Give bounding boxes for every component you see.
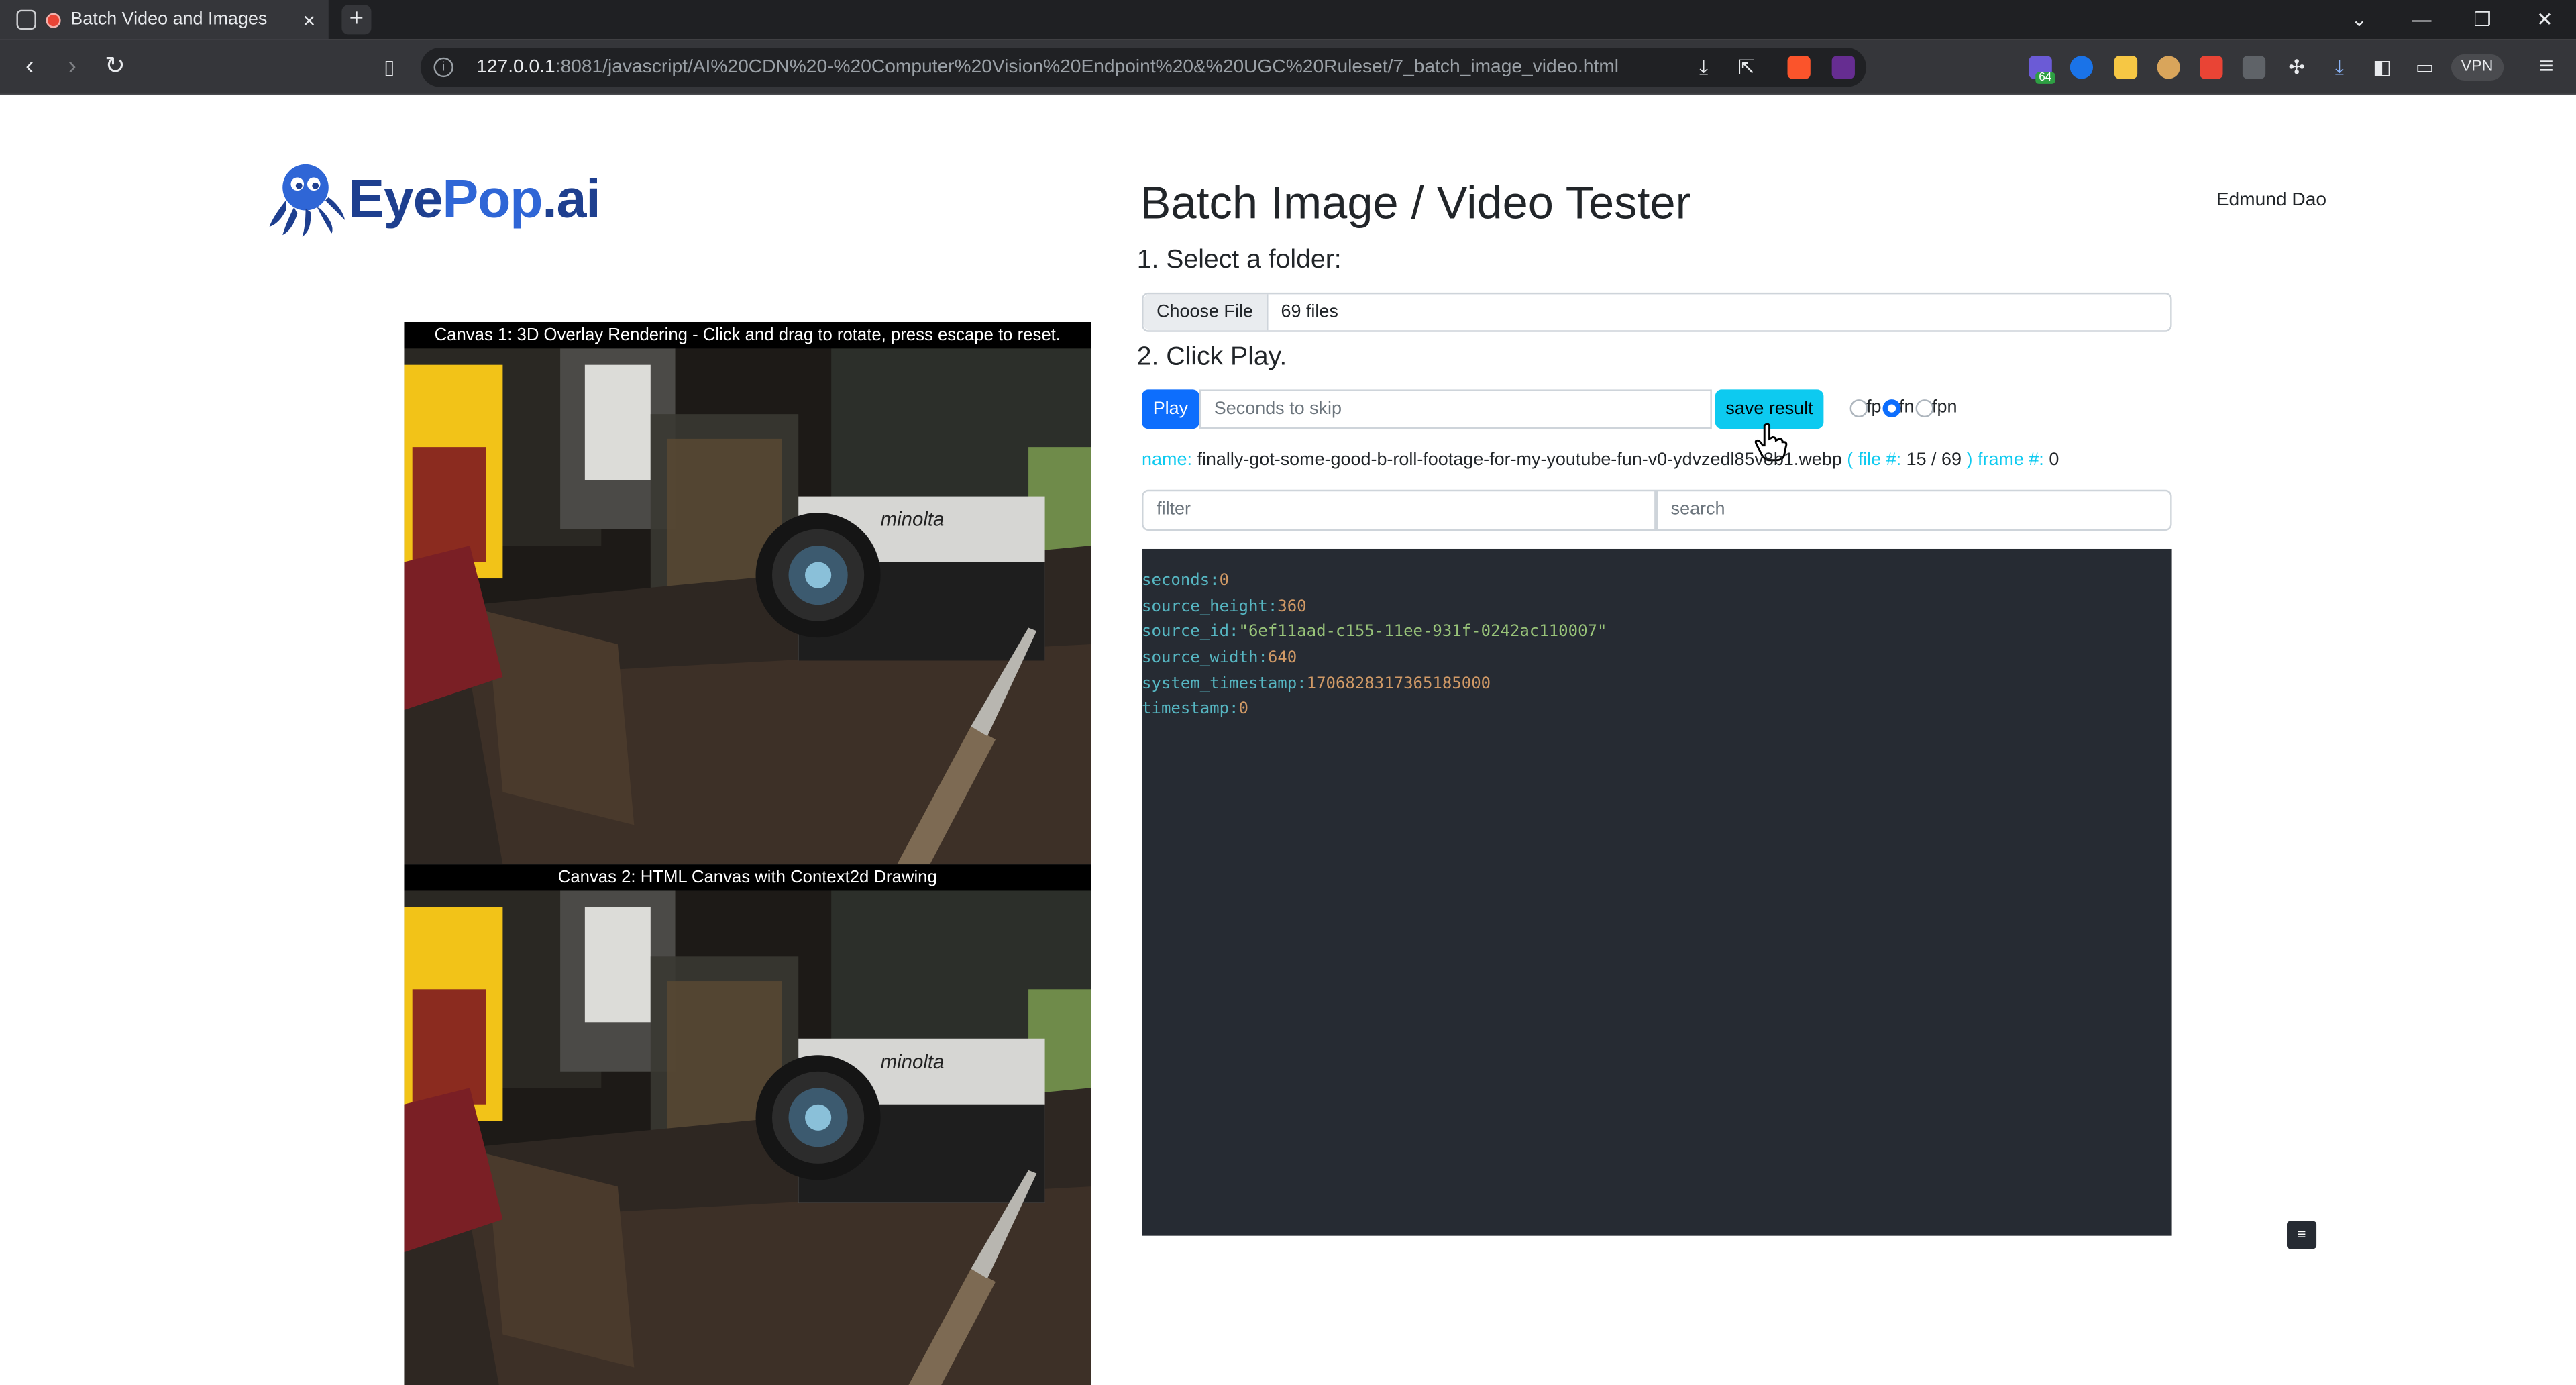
json-result-viewer[interactable]: seconds:0 source_height:360 source_id:"6… bbox=[1142, 548, 2172, 1236]
extension-sync-icon[interactable] bbox=[2070, 56, 2094, 79]
json-value: 640 bbox=[1267, 649, 1297, 668]
page-content: EyePop.ai Edmund Dao Batch Image / Video… bbox=[0, 95, 2576, 1385]
json-row: system_timestamp:1706828317365185000 bbox=[1142, 672, 2172, 697]
json-value: 0 bbox=[1219, 572, 1230, 591]
json-key: source_id: bbox=[1142, 623, 1239, 642]
camera-still-life-image: minolta bbox=[404, 348, 1091, 865]
extension-grey-icon[interactable] bbox=[2242, 56, 2266, 79]
extension-red-icon[interactable] bbox=[2200, 56, 2223, 79]
json-row: timestamp:0 bbox=[1142, 697, 2172, 723]
json-row: source_width:640 bbox=[1142, 646, 2172, 672]
json-key: source_height: bbox=[1142, 597, 1278, 616]
eyepop-logo: EyePop.ai bbox=[263, 161, 601, 237]
camera-brand-text: minolta bbox=[881, 1051, 945, 1073]
canvas-1-caption: Canvas 1: 3D Overlay Rendering - Click a… bbox=[404, 322, 1091, 349]
canvas-3d-overlay[interactable]: Canvas 1: 3D Overlay Rendering - Click a… bbox=[404, 322, 1091, 865]
tab-close-icon[interactable]: × bbox=[303, 7, 316, 32]
radio-fn[interactable] bbox=[1882, 399, 1901, 418]
json-key: timestamp: bbox=[1142, 701, 1239, 719]
logo-ai: .ai bbox=[542, 167, 600, 229]
brave-rewards-icon[interactable] bbox=[1831, 56, 1855, 79]
selected-files-count: 69 files bbox=[1281, 302, 1338, 323]
radio-fn-label: fn bbox=[1899, 397, 1915, 418]
logo-eye: Eye bbox=[348, 167, 443, 229]
search-input[interactable]: search bbox=[1656, 489, 2172, 531]
bookmark-icon[interactable]: ▯ bbox=[374, 52, 404, 82]
wallet-icon[interactable]: ▭ bbox=[2410, 52, 2440, 82]
step-1-heading: 1. Select a folder: bbox=[1136, 246, 1342, 274]
play-button[interactable]: Play bbox=[1142, 389, 1199, 429]
restore-icon[interactable]: ❐ bbox=[2458, 0, 2507, 40]
json-value: 1706828317365185000 bbox=[1306, 674, 1491, 693]
tab-favicon-icon bbox=[16, 9, 36, 30]
url-path: :8081/javascript/AI%20CDN%20-%20Computer… bbox=[555, 57, 1619, 78]
step-2-heading: 2. Click Play. bbox=[1136, 343, 1287, 372]
radio-fpn[interactable] bbox=[1915, 399, 1934, 418]
radio-fp[interactable] bbox=[1849, 399, 1868, 418]
vpn-button[interactable]: VPN bbox=[2451, 54, 2504, 81]
sidebar-icon[interactable]: ◧ bbox=[2367, 52, 2397, 82]
folder-file-input[interactable]: Choose File 69 files bbox=[1142, 292, 2172, 332]
frame-number-key: frame #: bbox=[1977, 450, 2044, 470]
extension-badge: 64 bbox=[2035, 72, 2055, 84]
seconds-to-skip-input[interactable]: Seconds to skip bbox=[1199, 389, 1712, 429]
canvas-2-caption: Canvas 2: HTML Canvas with Context2d Dra… bbox=[404, 864, 1091, 891]
camera-brand-text: minolta bbox=[881, 509, 945, 531]
tab-search-icon[interactable]: ⌄ bbox=[2334, 0, 2383, 40]
file-number-key: ( file #: bbox=[1847, 450, 1902, 470]
json-menu-button[interactable]: ≡ bbox=[2287, 1221, 2317, 1249]
json-key: system_timestamp: bbox=[1142, 674, 1307, 693]
close-window-icon[interactable]: ✕ bbox=[2520, 0, 2569, 40]
downloads-icon[interactable]: ⤓ bbox=[2324, 52, 2354, 82]
share-icon[interactable]: ⇱ bbox=[1731, 52, 1761, 82]
new-tab-button[interactable]: + bbox=[341, 5, 372, 35]
download-icon[interactable]: ⤓ bbox=[1689, 52, 1719, 82]
info-icon[interactable]: i bbox=[433, 57, 453, 78]
tab-title: Batch Video and Images bbox=[70, 9, 268, 30]
file-number-close: ) bbox=[1966, 450, 1973, 470]
page-title: Batch Image / Video Tester bbox=[1140, 177, 1691, 229]
json-row: source_height:360 bbox=[1142, 595, 2172, 620]
address-bar[interactable]: i 127.0.0.1:8081/javascript/AI%20CDN%20-… bbox=[420, 48, 1867, 87]
browser-tab[interactable]: Batch Video and Images × bbox=[0, 0, 329, 40]
menu-icon[interactable]: ≡ bbox=[2532, 52, 2561, 82]
user-name[interactable]: Edmund Dao bbox=[2216, 191, 2326, 210]
brave-shield-icon[interactable] bbox=[1787, 56, 1811, 79]
url-host: 127.0.0.1 bbox=[476, 57, 555, 78]
radio-fpn-label: fpn bbox=[1932, 397, 1957, 418]
extensions-icon[interactable]: ✣ bbox=[2282, 52, 2312, 82]
reload-icon[interactable]: ↻ bbox=[100, 52, 129, 82]
radio-fp-label: fp bbox=[1866, 397, 1882, 418]
extension-cookie-icon[interactable] bbox=[2157, 56, 2180, 79]
json-key: seconds: bbox=[1142, 572, 1220, 591]
json-value: "6ef11aad-c155-11ee-931f-0242ac110007" bbox=[1238, 623, 1607, 642]
canvas-2d-drawing[interactable]: Canvas 2: HTML Canvas with Context2d Dra… bbox=[404, 864, 1091, 1385]
logo-pop: Pop bbox=[442, 167, 543, 229]
json-row: seconds:0 bbox=[1142, 568, 2172, 594]
frame-number: 0 bbox=[2049, 450, 2059, 470]
json-value: 360 bbox=[1277, 597, 1307, 616]
json-key: source_width: bbox=[1142, 649, 1268, 668]
choose-file-button[interactable]: Choose File bbox=[1143, 294, 1268, 331]
forward-icon[interactable]: › bbox=[58, 52, 87, 82]
file-name: finally-got-some-good-b-roll-footage-for… bbox=[1197, 450, 1842, 470]
recording-indicator-icon bbox=[46, 12, 61, 28]
json-value: 0 bbox=[1238, 701, 1248, 719]
camera-still-life-image: minolta bbox=[404, 890, 1091, 1385]
file-number: 15 / 69 bbox=[1906, 450, 1962, 470]
browser-toolbar: ‹ › ↻ ▯ i 127.0.0.1:8081/javascript/AI%2… bbox=[0, 39, 2576, 96]
back-icon[interactable]: ‹ bbox=[15, 52, 44, 82]
filter-input[interactable]: filter bbox=[1142, 489, 1656, 531]
logo-text: EyePop.ai bbox=[348, 167, 601, 230]
current-file-status: name: finally-got-some-good-b-roll-foota… bbox=[1142, 450, 2059, 470]
name-key: name: bbox=[1142, 450, 1192, 470]
extension-highlighter-icon[interactable] bbox=[2114, 56, 2138, 79]
octopus-logo-icon bbox=[269, 164, 345, 237]
browser-tab-bar: Batch Video and Images × + ⌄ — ❐ ✕ bbox=[0, 0, 2576, 40]
json-row: source_id:"6ef11aad-c155-11ee-931f-0242a… bbox=[1142, 620, 2172, 646]
minimize-icon[interactable]: — bbox=[2397, 0, 2446, 40]
